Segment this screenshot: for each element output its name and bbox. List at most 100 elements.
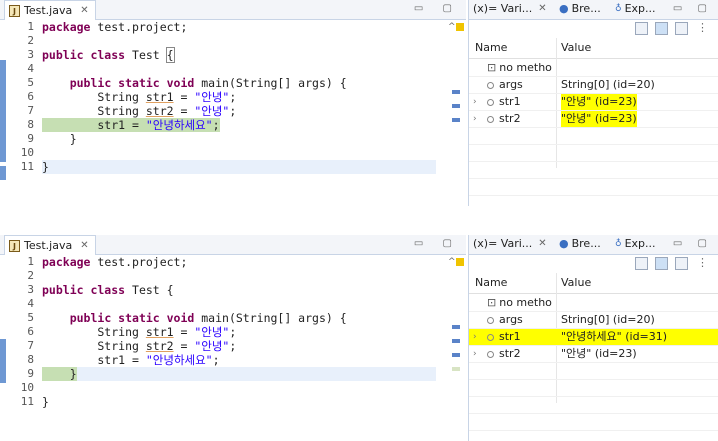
- line-number: 5: [27, 311, 34, 324]
- variable-value: String[0] (id=20): [561, 313, 655, 326]
- view-menu-icon[interactable]: ⋮: [697, 256, 708, 269]
- code-line: public class Test {: [42, 283, 174, 297]
- local-variable-icon: [487, 81, 494, 89]
- ruler-mark[interactable]: [452, 325, 460, 329]
- line-number: 2: [27, 34, 34, 47]
- view-menu-icon[interactable]: ⋮: [697, 21, 708, 34]
- java-file-icon: J: [9, 239, 20, 252]
- tab-variables[interactable]: (x)= Vari... ✕: [473, 237, 547, 250]
- tab-label: (x)= Vari...: [473, 2, 533, 15]
- variable-row[interactable]: › str2 "안녕" (id=23): [469, 346, 718, 363]
- debug-panel-bottom: J Test.java ✕ ▭ ▢ 1 2 3 4 5 6 7 8 9 10 1…: [0, 235, 718, 441]
- show-types-icon[interactable]: [655, 257, 668, 270]
- info-icon: ⊡: [487, 61, 497, 74]
- line-number: 3: [27, 48, 34, 61]
- layout-icon[interactable]: [675, 257, 688, 270]
- ruler-mark[interactable]: [452, 118, 460, 122]
- editor-tab[interactable]: J Test.java ✕: [4, 235, 96, 255]
- column-name[interactable]: Name: [475, 276, 507, 289]
- line-number: 9: [27, 367, 34, 380]
- minimize-maximize-icons[interactable]: ▭ ▢: [673, 238, 713, 249]
- code-line: String str2 = "안녕";: [42, 104, 237, 118]
- minimize-maximize-icons[interactable]: ▭ ▢: [414, 3, 460, 14]
- layout-icon[interactable]: [675, 22, 688, 35]
- show-types-icon[interactable]: [655, 22, 668, 35]
- line-number: 4: [27, 297, 34, 310]
- variable-row[interactable]: › str2 "안녕" (id=23): [469, 111, 718, 128]
- variable-row[interactable]: args String[0] (id=20): [469, 77, 718, 94]
- ruler-mark[interactable]: [452, 339, 460, 343]
- change-bar: [0, 60, 6, 162]
- line-number: 7: [27, 339, 34, 352]
- expression-icon: ♁: [615, 3, 622, 14]
- ruler-mark[interactable]: [452, 367, 460, 371]
- code-line-current: }: [42, 160, 436, 174]
- empty-row: [469, 179, 718, 196]
- line-number: 3: [27, 283, 34, 296]
- variable-value: String[0] (id=20): [561, 78, 655, 91]
- close-icon[interactable]: ✕: [538, 238, 546, 249]
- variable-value: "안녕" (id=23): [561, 94, 637, 110]
- overview-ruler[interactable]: ^: [442, 255, 466, 441]
- variables-view: (x)= Vari... ✕ ● Bre... ♁ Exp... ▭ ▢ ⋮ Name…: [468, 0, 718, 206]
- column-value[interactable]: Value: [561, 276, 591, 289]
- tab-expressions[interactable]: ♁ Exp...: [615, 2, 656, 15]
- line-number: 8: [27, 353, 34, 366]
- minimize-maximize-icons[interactable]: ▭ ▢: [673, 3, 713, 14]
- variable-name: str2: [499, 112, 521, 125]
- view-toolbar: ⋮: [469, 20, 718, 38]
- variable-name: no metho: [499, 61, 552, 74]
- variable-row[interactable]: ⊡ no metho: [469, 60, 718, 77]
- line-number: 11: [20, 160, 34, 173]
- tab-breakpoints[interactable]: ● Bre...: [559, 2, 601, 15]
- collapse-all-icon[interactable]: [635, 22, 648, 35]
- variable-name: str2: [499, 347, 521, 360]
- code-line: }: [42, 132, 77, 146]
- expand-icon[interactable]: ›: [473, 346, 477, 362]
- empty-row: [469, 162, 718, 179]
- code-area[interactable]: package test.project; public class Test …: [42, 20, 436, 206]
- code-line: package test.project;: [42, 255, 188, 269]
- variable-row[interactable]: › str1 "안녕" (id=23): [469, 94, 718, 111]
- debug-panel-top: J Test.java ✕ ▭ ▢ 1 2 3 4 5 6 7 8 9 10 1…: [0, 0, 718, 206]
- view-tabbar: (x)= Vari... ✕ ● Bre... ♁ Exp... ▭ ▢: [469, 0, 718, 20]
- minimize-maximize-icons[interactable]: ▭ ▢: [414, 238, 460, 249]
- expand-icon[interactable]: ›: [473, 329, 477, 345]
- tab-breakpoints[interactable]: ● Bre...: [559, 237, 601, 250]
- change-bar: [0, 166, 6, 180]
- close-icon[interactable]: ✕: [538, 3, 546, 14]
- overview-marker-icon: [456, 23, 464, 31]
- code-area[interactable]: package test.project; public class Test …: [42, 255, 436, 441]
- line-gutter: 1 2 3 4 5 6 7 8 9 10 11: [0, 20, 40, 206]
- ruler-mark[interactable]: [452, 90, 460, 94]
- view-tabbar: (x)= Vari... ✕ ● Bre... ♁ Exp... ▭ ▢: [469, 235, 718, 255]
- variable-value: "안녕" (id=23): [561, 347, 637, 360]
- column-name[interactable]: Name: [475, 41, 507, 54]
- line-number: 10: [20, 146, 34, 159]
- ruler-mark[interactable]: [452, 104, 460, 108]
- expand-icon[interactable]: ›: [473, 111, 477, 127]
- code-line: String str2 = "안녕";: [42, 339, 237, 353]
- variable-row[interactable]: args String[0] (id=20): [469, 312, 718, 329]
- editor-tab[interactable]: J Test.java ✕: [4, 0, 96, 20]
- code-line: String str1 = "안녕";: [42, 325, 237, 339]
- collapse-all-icon[interactable]: [635, 257, 648, 270]
- java-file-icon: J: [9, 4, 20, 17]
- tab-variables[interactable]: (x)= Vari... ✕: [473, 2, 547, 15]
- variable-name: args: [499, 313, 523, 326]
- variables-header: Name Value: [469, 273, 718, 403]
- ruler-mark[interactable]: [452, 353, 460, 357]
- local-variable-icon: [487, 333, 494, 341]
- overview-ruler[interactable]: ^: [442, 20, 466, 206]
- expand-icon[interactable]: ›: [473, 94, 477, 110]
- column-value[interactable]: Value: [561, 41, 591, 54]
- close-icon[interactable]: ✕: [80, 5, 88, 16]
- code-line: }: [42, 395, 49, 409]
- collapse-icon[interactable]: ^: [448, 22, 456, 32]
- variable-row-selected[interactable]: › str1 "안녕하세요" (id=31): [469, 329, 718, 346]
- view-toolbar: ⋮: [469, 255, 718, 273]
- collapse-icon[interactable]: ^: [448, 257, 456, 267]
- tab-expressions[interactable]: ♁ Exp...: [615, 237, 656, 250]
- close-icon[interactable]: ✕: [80, 240, 88, 251]
- variable-row[interactable]: ⊡ no metho: [469, 295, 718, 312]
